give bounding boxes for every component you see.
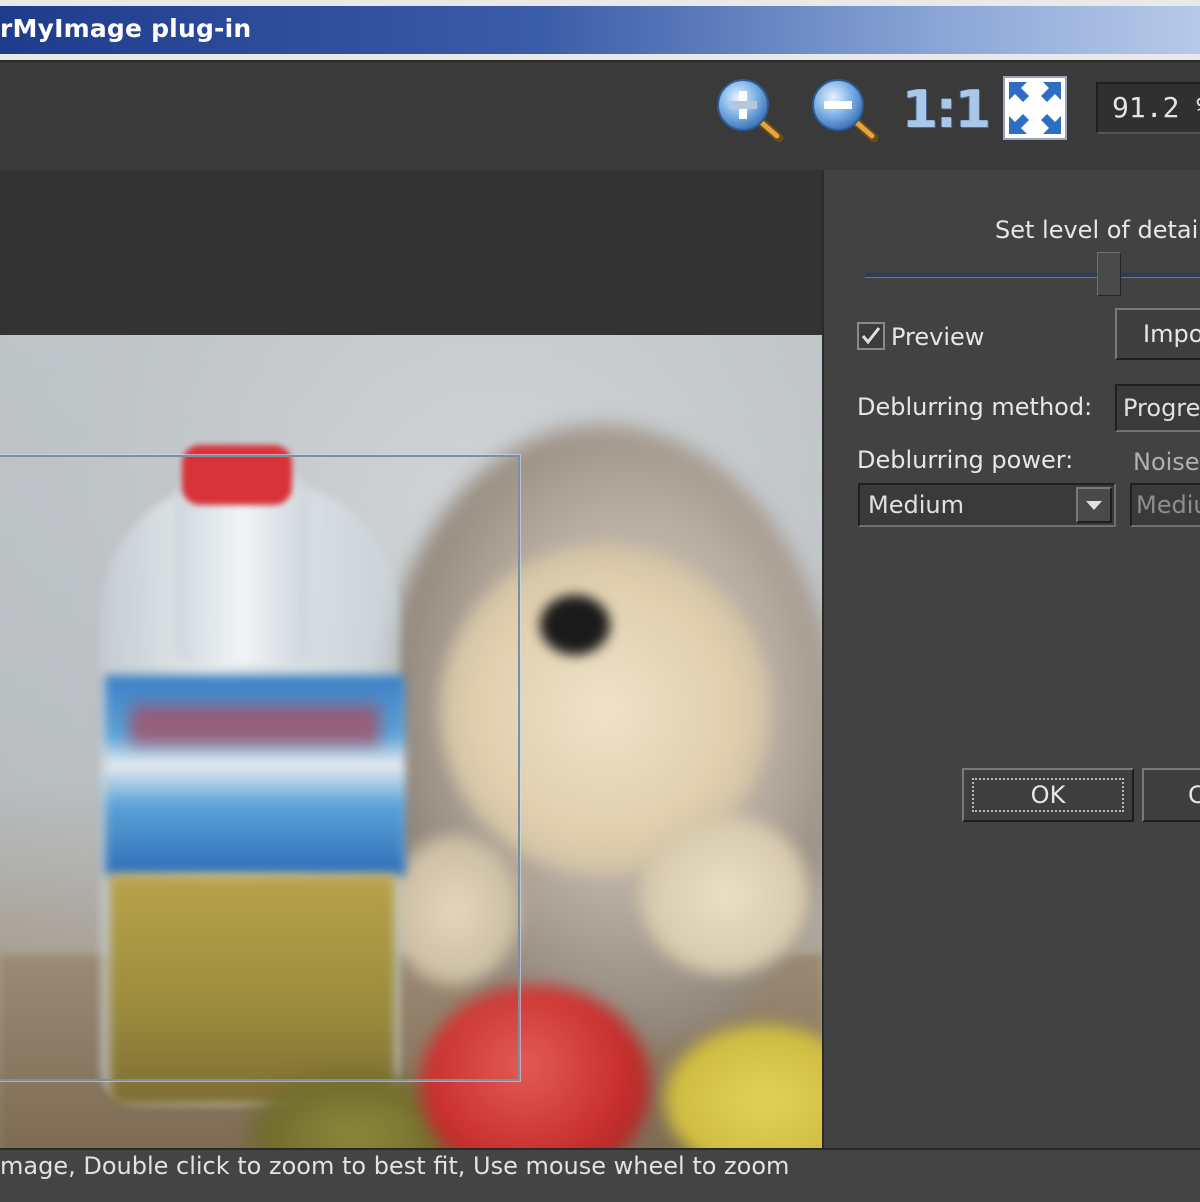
focus-rectangle: [972, 778, 1124, 812]
zoom-in-icon: [717, 79, 784, 143]
fit-to-window-icon: [1003, 76, 1067, 140]
dropdown-arrow-button[interactable]: [1076, 487, 1112, 523]
zoom-out-button[interactable]: [810, 78, 882, 143]
actual-size-button[interactable]: 1:1: [902, 78, 991, 142]
zoom-out-icon: [812, 79, 879, 143]
import-button[interactable]: Impo: [1115, 308, 1200, 360]
title-bar: rMyImage plug-in: [0, 0, 1200, 60]
chevron-down-icon: [1086, 501, 1102, 510]
photo-hedgehog-paw-right: [640, 815, 810, 975]
photo-hedgehog-nose: [540, 595, 610, 655]
cancel-button[interactable]: C: [1142, 768, 1200, 822]
noise-label: Noise: [1133, 448, 1200, 476]
preview-label: Preview: [891, 323, 985, 351]
window-title: rMyImage plug-in: [0, 14, 252, 43]
zoom-level-field[interactable]: 91.2 %: [1096, 82, 1200, 134]
deblurring-method-select[interactable]: Progres: [1115, 384, 1200, 432]
deblurring-method-label: Deblurring method:: [857, 393, 1093, 421]
detail-level-slider-track[interactable]: [865, 273, 1200, 278]
preview-checkbox[interactable]: [857, 322, 885, 350]
zoom-in-button[interactable]: [715, 78, 787, 143]
detail-level-label: Set level of details: [995, 216, 1200, 244]
fit-to-window-button[interactable]: [1003, 76, 1067, 140]
detail-level-slider-thumb[interactable]: [1097, 252, 1121, 296]
deblurring-power-label: Deblurring power:: [857, 446, 1074, 474]
status-text: mage, Double click to zoom to best fit, …: [0, 1152, 790, 1180]
checkmark-icon: [861, 327, 881, 345]
noise-select[interactable]: Mediu: [1130, 483, 1200, 527]
ok-button[interactable]: OK: [962, 768, 1134, 822]
preview-selection-rectangle[interactable]: [0, 455, 520, 1081]
deblurring-power-value: Medium: [868, 491, 964, 519]
deblurring-power-select[interactable]: Medium: [858, 483, 1116, 527]
